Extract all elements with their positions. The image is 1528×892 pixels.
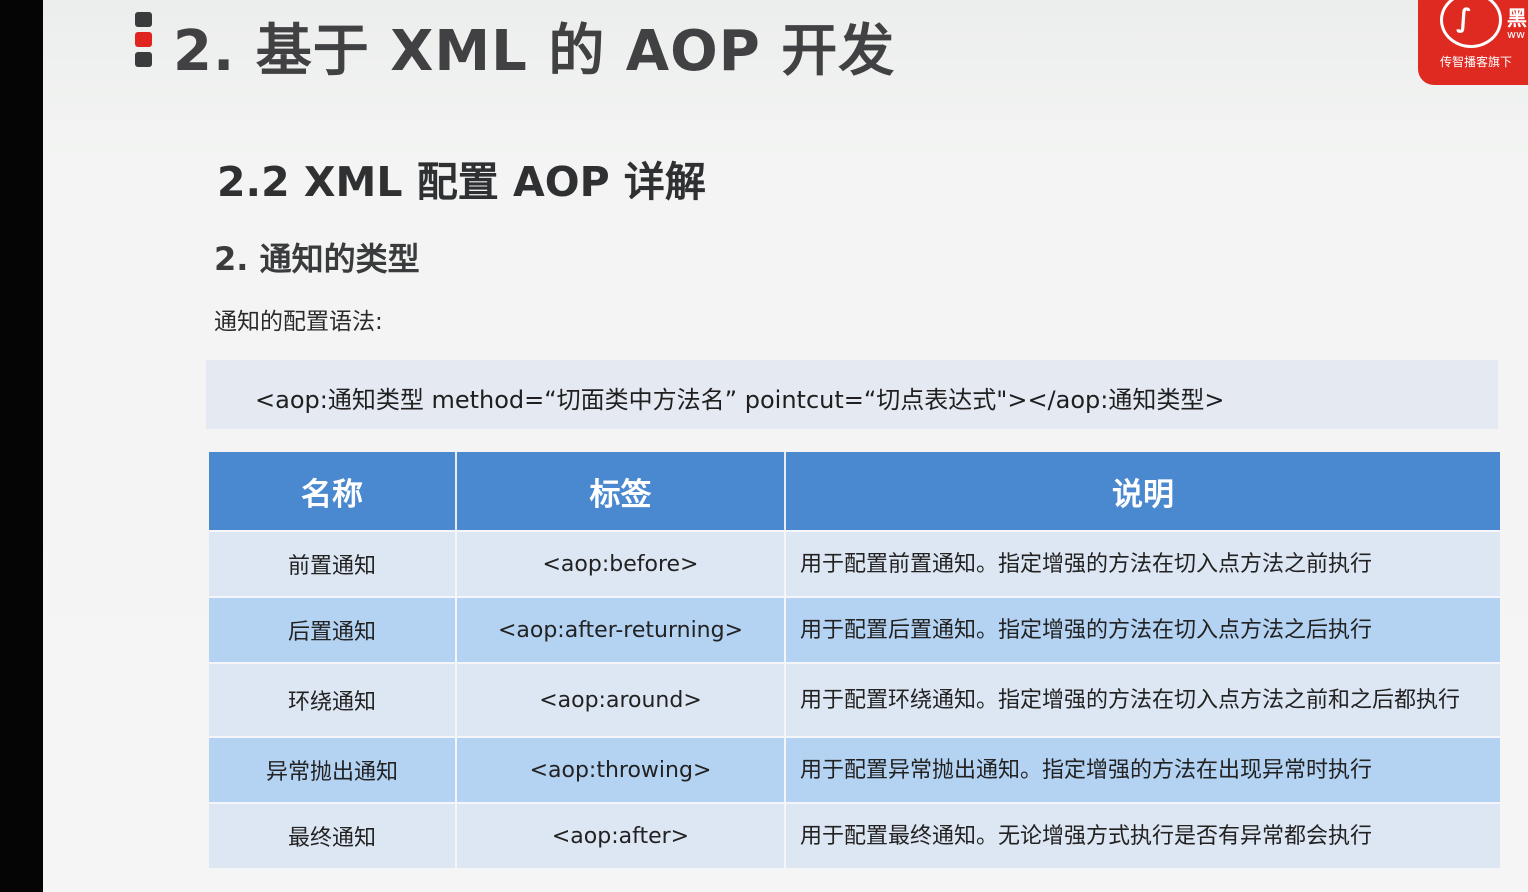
cell-desc: 用于配置前置通知。指定增强的方法在切入点方法之前执行 [786,530,1500,596]
logo-www: ww [1507,28,1525,41]
syntax-code-box: <aop:通知类型 method=“切面类中方法名” pointcut=“切点表… [206,360,1498,429]
cell-desc: 用于配置异常抛出通知。指定增强的方法在出现异常时执行 [786,736,1500,802]
cell-tag: <aop:around> [457,662,786,736]
cell-name: 异常抛出通知 [209,736,457,802]
table-row: 前置通知 <aop:before> 用于配置前置通知。指定增强的方法在切入点方法… [209,530,1500,596]
table-row: 后置通知 <aop:after-returning> 用于配置后置通知。指定增强… [209,596,1500,662]
logo-char: 黑 [1507,6,1527,30]
header-name: 名称 [209,452,457,530]
cell-name: 前置通知 [209,530,457,596]
section-title: 2. 通知的类型 [214,240,420,278]
cell-tag: <aop:after> [457,802,786,868]
table-row: 最终通知 <aop:after> 用于配置最终通知。无论增强方式执行是否有异常都… [209,802,1500,868]
cell-desc: 用于配置最终通知。无论增强方式执行是否有异常都会执行 [786,802,1500,868]
cell-name: 环绕通知 [209,662,457,736]
advice-types-table: 名称 标签 说明 前置通知 <aop:before> 用于配置前置通知。指定增强… [209,452,1500,868]
table-row: 异常抛出通知 <aop:throwing> 用于配置异常抛出通知。指定增强的方法… [209,736,1500,802]
cell-name: 最终通知 [209,802,457,868]
page-title: 2. 基于 XML 的 AOP 开发 [173,19,896,84]
syntax-label: 通知的配置语法: [214,309,383,335]
cell-desc: 用于配置后置通知。指定增强的方法在切入点方法之后执行 [786,596,1500,662]
cell-tag: <aop:before> [457,530,786,596]
brand-logo: ∫ 黑 ww 传智播客旗下 [1418,0,1528,85]
syntax-code: <aop:通知类型 method=“切面类中方法名” pointcut=“切点表… [255,386,1225,414]
cell-desc: 用于配置环绕通知。指定增强的方法在切入点方法之前和之后都执行 [786,662,1500,736]
logo-subtitle: 传智播客旗下 [1440,55,1513,69]
header-tag: 标签 [457,452,786,530]
slide-canvas: 2. 基于 XML 的 AOP 开发 ∫ 黑 ww 传智播客旗下 2.2 XML… [43,0,1528,892]
cell-tag: <aop:after-returning> [457,596,786,662]
sub-title: 2.2 XML 配置 AOP 详解 [217,158,706,206]
title-marker-icon [135,12,153,72]
left-black-bar [0,0,43,892]
table-row: 环绕通知 <aop:around> 用于配置环绕通知。指定增强的方法在切入点方法… [209,662,1500,736]
cell-name: 后置通知 [209,596,457,662]
table-header-row: 名称 标签 说明 [209,452,1500,530]
header-desc: 说明 [786,452,1500,530]
cell-tag: <aop:throwing> [457,736,786,802]
